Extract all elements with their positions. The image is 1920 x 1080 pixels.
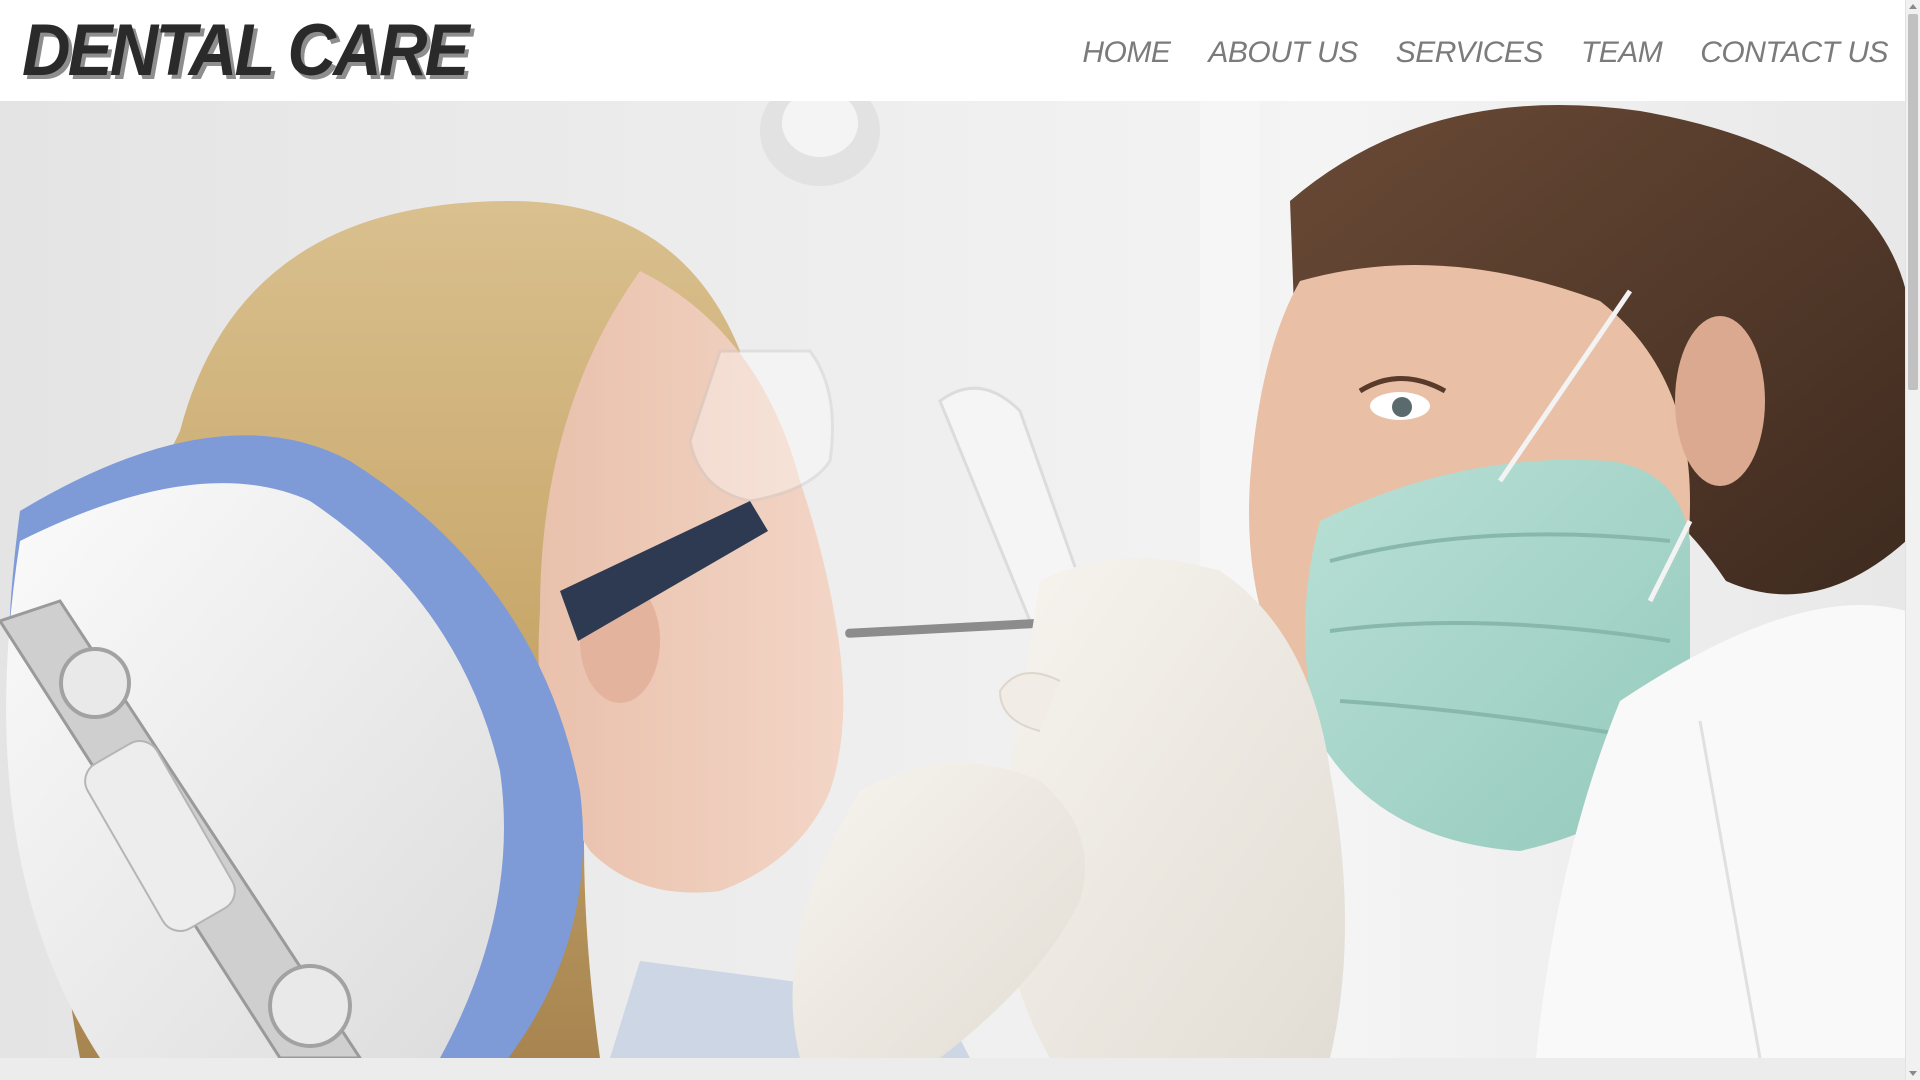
- main-nav: HOME ABOUT US SERVICES TEAM CONTACT US: [1082, 36, 1888, 70]
- site-header: DENTAL CARE HOME ABOUT US SERVICES TEAM …: [0, 0, 1906, 101]
- page-bottom-strip: [0, 1058, 1906, 1080]
- nav-contact-us-link[interactable]: CONTACT US: [1700, 36, 1888, 70]
- nav-home-link[interactable]: HOME: [1082, 36, 1171, 70]
- hero-banner: [0, 101, 1906, 1058]
- nav-team-link[interactable]: TEAM: [1581, 36, 1663, 70]
- nav-about-us-link[interactable]: ABOUT US: [1208, 36, 1358, 70]
- hero-image: [0, 101, 1906, 1058]
- scroll-down-arrow-icon[interactable]: [1909, 1071, 1917, 1076]
- scroll-up-arrow-icon[interactable]: [1909, 4, 1917, 9]
- page: DENTAL CARE HOME ABOUT US SERVICES TEAM …: [0, 0, 1920, 1080]
- site-logo[interactable]: DENTAL CARE: [22, 14, 470, 87]
- scroll-thumb[interactable]: [1908, 14, 1918, 390]
- nav-services-link[interactable]: SERVICES: [1396, 36, 1544, 70]
- page-scrollbar[interactable]: [1905, 0, 1920, 1080]
